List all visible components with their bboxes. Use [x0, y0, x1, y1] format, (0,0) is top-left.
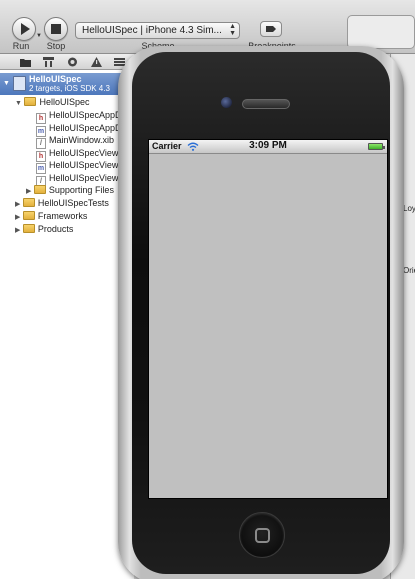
group-row[interactable]: ▶ Supporting Files: [26, 184, 114, 197]
group-row[interactable]: ▶ Frameworks: [15, 210, 87, 223]
project-subtitle: 2 targets, iOS SDK 4.3: [29, 84, 110, 93]
breakpoint-icon: [266, 26, 276, 32]
project-navigator: ▼ HelloUISpec 2 targets, iOS SDK 4.3 ▼ H…: [0, 70, 135, 579]
folder-icon: [22, 198, 35, 207]
scheme-popup[interactable]: HelloUISpec | iPhone 4.3 Sim... ▲ ▼: [75, 22, 240, 39]
breakpoints-button[interactable]: [260, 21, 282, 37]
file-label: MainWindow.xib: [49, 135, 115, 145]
group-label: Products: [37, 224, 74, 234]
group-label: HelloUISpec: [39, 97, 90, 107]
disclosure-open-icon[interactable]: ▼: [3, 80, 10, 88]
issue-navigator-icon[interactable]: [91, 57, 102, 67]
scheme-value: HelloUISpec | iPhone 4.3 Sim...: [82, 25, 222, 36]
status-bar: Carrier 3:09 PM: [149, 140, 387, 154]
group-row[interactable]: ▼ HelloUISpec: [15, 96, 89, 109]
iphone-simulator: Carrier 3:09 PM: [118, 46, 404, 579]
battery-fill: [369, 144, 382, 149]
symbol-navigator-icon[interactable]: [43, 57, 54, 67]
project-navigator-icon[interactable]: [20, 57, 31, 67]
status-time: 3:09 PM: [249, 140, 287, 151]
speaker-grille: [242, 99, 290, 109]
play-icon: [21, 23, 30, 35]
stop-button[interactable]: [44, 17, 68, 41]
search-navigator-icon[interactable]: [67, 57, 78, 67]
utility-label: Loys: [403, 204, 415, 213]
home-square-icon: [255, 528, 270, 543]
disclosure-closed-icon[interactable]: ▶: [15, 201, 20, 208]
folder-icon: [22, 224, 35, 233]
disclosure-closed-icon[interactable]: ▶: [15, 227, 20, 234]
utility-label: Orie: [403, 266, 415, 275]
camera-icon: [221, 97, 232, 108]
folder-icon: [22, 211, 35, 220]
disclosure-closed-icon[interactable]: ▶: [15, 214, 20, 221]
xcode-window: ▼ Run Stop HelloUISpec | iPhone 4.3 Sim.…: [0, 0, 415, 579]
project-row[interactable]: ▼ HelloUISpec 2 targets, iOS SDK 4.3: [0, 73, 134, 95]
iphone-bezel: Carrier 3:09 PM: [132, 52, 390, 574]
project-name: HelloUISpec: [29, 74, 82, 84]
simulator-screen[interactable]: Carrier 3:09 PM: [148, 139, 388, 499]
group-label: HelloUISpecTests: [37, 198, 109, 208]
run-label: Run: [12, 41, 30, 51]
xcode-project-icon: [13, 76, 26, 91]
group-row[interactable]: ▶ HelloUISpecTests: [15, 197, 109, 210]
activity-viewer: [347, 15, 415, 49]
popup-arrows-icon: ▲ ▼: [229, 23, 236, 37]
battery-icon: [368, 143, 385, 150]
file-row[interactable]: / MainWindow.xib: [36, 134, 115, 149]
run-button[interactable]: [12, 17, 36, 41]
stop-icon: [51, 24, 61, 34]
stop-label: Stop: [46, 41, 66, 51]
disclosure-open-icon[interactable]: ▼: [15, 100, 22, 107]
group-label: Frameworks: [37, 211, 88, 221]
navigator-selector-bar: [0, 54, 134, 70]
group-row[interactable]: ▶ Products: [15, 223, 73, 236]
disclosure-closed-icon[interactable]: ▶: [26, 188, 31, 195]
group-label: Supporting Files: [48, 185, 114, 195]
folder-icon: [33, 185, 46, 194]
run-menu-arrow-icon[interactable]: ▼: [36, 33, 42, 39]
folder-icon: [24, 97, 37, 106]
home-button[interactable]: [239, 512, 285, 558]
